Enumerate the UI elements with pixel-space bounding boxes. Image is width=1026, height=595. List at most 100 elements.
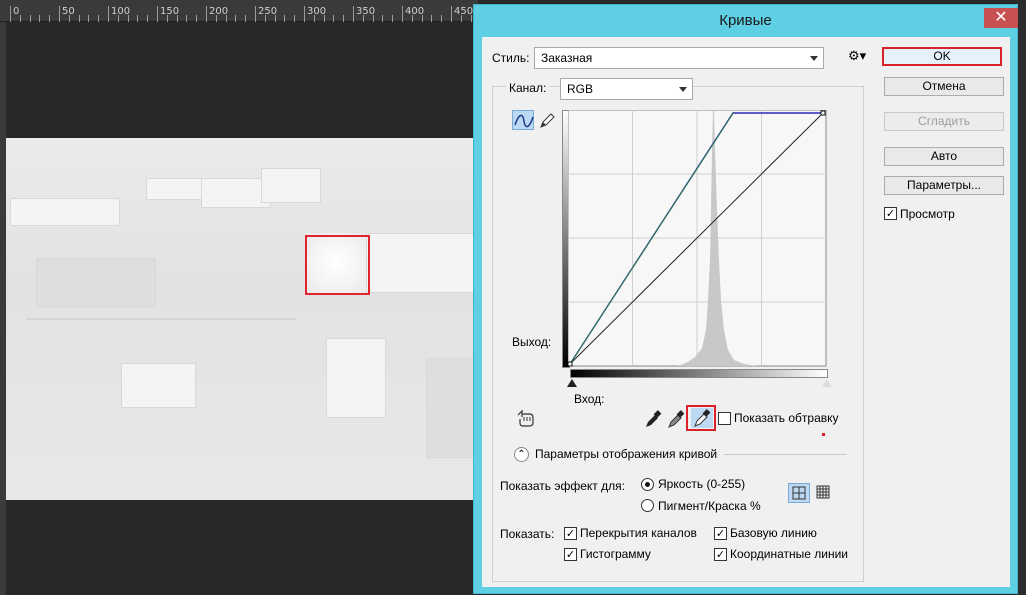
histogram-checkbox[interactable]: ✓ <box>564 548 577 561</box>
room-shape <box>326 338 386 418</box>
ruler-minor-tick <box>137 15 139 22</box>
ruler-minor-tick <box>78 15 80 22</box>
document-canvas-image <box>6 138 476 500</box>
channel-select[interactable]: RGB <box>560 78 693 100</box>
light-radio[interactable] <box>641 478 654 491</box>
ruler-minor-tick <box>372 15 374 22</box>
room-shape <box>121 363 196 408</box>
gear-icon[interactable]: ⚙▾ <box>848 48 866 64</box>
ruler-minor-tick <box>284 15 286 22</box>
ruler-minor-tick <box>411 15 413 22</box>
ruler-tick <box>10 6 11 22</box>
style-select[interactable]: Заказная <box>534 47 824 69</box>
pigment-option-label: Пигмент/Краска % <box>658 499 761 513</box>
curve-point-tool-icon[interactable] <box>512 110 534 130</box>
ruler-minor-tick <box>225 15 227 22</box>
ruler-minor-tick <box>313 15 315 22</box>
room-shape <box>10 198 120 226</box>
detailed-grid-icon[interactable] <box>813 483 835 503</box>
ruler-minor-tick <box>431 15 433 22</box>
channel-overlays-checkbox[interactable]: ✓ <box>564 527 577 540</box>
input-gradient-bar <box>570 369 828 378</box>
preview-checkbox[interactable]: ✓ <box>884 207 897 220</box>
collapse-toggle-icon[interactable]: ⌃ <box>514 447 529 462</box>
ruler-minor-tick <box>421 15 423 22</box>
auto-button[interactable]: Авто <box>884 147 1004 166</box>
ruler-minor-tick <box>274 15 276 22</box>
preview-label: Просмотр <box>900 207 955 221</box>
ruler-tick <box>108 6 109 22</box>
room-shape <box>426 358 476 458</box>
ruler-minor-tick <box>264 15 266 22</box>
ruler-minor-tick <box>392 15 394 22</box>
ruler-minor-tick <box>29 15 31 22</box>
cancel-button[interactable]: Отмена <box>884 77 1004 96</box>
ruler-tick <box>451 6 452 22</box>
horizontal-ruler: 0 50 100 150 200 250 300 350 400 450 <box>0 0 478 22</box>
ruler-minor-tick <box>460 15 462 22</box>
close-button[interactable]: ✕ <box>984 8 1018 28</box>
ruler-tick <box>59 6 60 22</box>
ruler-label: 0 <box>13 6 20 17</box>
ruler-tick <box>157 6 158 22</box>
intersection-line-checkbox[interactable]: ✓ <box>714 548 727 561</box>
ruler-minor-tick <box>245 15 247 22</box>
style-label: Стиль: <box>492 51 530 65</box>
ruler-minor-tick <box>294 15 296 22</box>
dialog-body: Стиль: Заказная ⚙▾ OK Отмена Сгладить Ав… <box>482 37 1010 587</box>
curve-point-white[interactable] <box>820 110 826 116</box>
ruler-minor-tick <box>117 15 119 22</box>
show-clipping-label: Показать обтравку <box>734 411 839 425</box>
dialog-titlebar[interactable]: Кривые ✕ <box>474 5 1018 36</box>
curves-graph-svg <box>567 109 827 367</box>
ruler-minor-tick <box>382 15 384 22</box>
curves-graph[interactable] <box>567 109 828 368</box>
ruler-minor-tick <box>166 15 168 22</box>
on-image-adjust-hand-icon[interactable] <box>514 409 536 429</box>
output-label: Выход: <box>512 335 552 349</box>
options-button[interactable]: Параметры... <box>884 176 1004 195</box>
channel-label: Канал: <box>506 81 550 95</box>
ruler-minor-tick <box>333 15 335 22</box>
baseline-checkbox[interactable]: ✓ <box>714 527 727 540</box>
ruler-minor-tick <box>323 15 325 22</box>
ruler-minor-tick <box>127 15 129 22</box>
show-clipping-checkbox[interactable] <box>718 412 731 425</box>
black-eyedropper-icon[interactable] <box>642 409 664 429</box>
chevron-down-icon <box>679 87 687 92</box>
simple-grid-icon[interactable] <box>788 483 810 503</box>
pigment-radio[interactable] <box>641 499 654 512</box>
curves-dialog: Кривые ✕ Стиль: Заказная ⚙▾ OK Отмена Сг… <box>473 4 1018 594</box>
ruler-minor-tick <box>68 15 70 22</box>
ruler-minor-tick <box>470 15 472 22</box>
room-shape <box>146 178 206 200</box>
chevron-down-icon <box>810 56 818 61</box>
section-divider <box>724 454 847 455</box>
ruler-minor-tick <box>196 15 198 22</box>
ruler-tick <box>206 6 207 22</box>
style-select-value: Заказная <box>541 51 593 65</box>
ruler-minor-tick <box>441 15 443 22</box>
ok-button[interactable]: OK <box>882 47 1002 66</box>
channel-overlays-label: Перекрытия каналов <box>580 526 697 540</box>
black-point-slider[interactable] <box>567 379 577 387</box>
smooth-button[interactable]: Сгладить <box>884 112 1004 131</box>
ruler-tick <box>255 6 256 22</box>
gray-eyedropper-icon[interactable] <box>665 409 687 429</box>
show-label: Показать: <box>500 527 555 541</box>
ruler-minor-tick <box>49 15 51 22</box>
curve-point-black[interactable] <box>567 361 573 367</box>
ruler-tick <box>402 6 403 22</box>
room-shape <box>261 168 321 203</box>
baseline-label: Базовую линию <box>730 526 817 540</box>
ruler-minor-tick <box>362 15 364 22</box>
ruler-minor-tick <box>235 15 237 22</box>
light-option-label: Яркость (0-255) <box>658 477 746 491</box>
pencil-draw-icon[interactable] <box>536 110 558 130</box>
intersection-line-label: Координатные линии <box>730 547 848 561</box>
white-point-slider[interactable] <box>822 379 832 387</box>
annotation-highlight-box <box>305 235 370 295</box>
ruler-tick <box>353 6 354 22</box>
ruler-minor-tick <box>215 15 217 22</box>
input-label: Вход: <box>574 392 605 406</box>
